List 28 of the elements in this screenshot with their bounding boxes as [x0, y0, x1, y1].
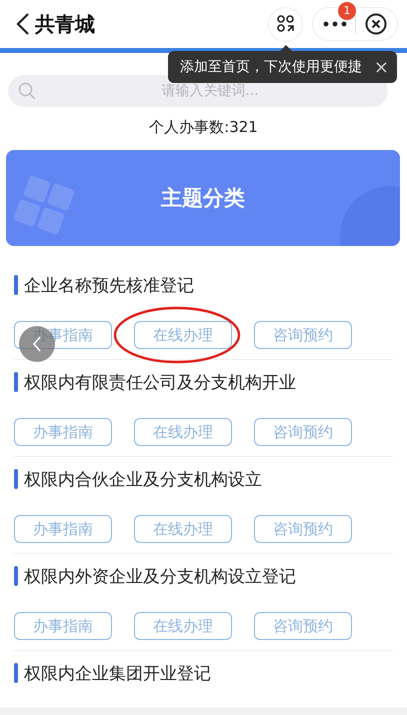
service-button[interactable]: 咨询预约 — [254, 612, 352, 640]
window-title: 共青城 — [35, 10, 95, 38]
service-button[interactable]: 办事指南 — [14, 612, 112, 640]
scan-button[interactable] — [268, 6, 303, 42]
task-count: 个人办事数:321 — [148, 117, 259, 138]
service-button[interactable]: 办事指南 — [14, 515, 112, 543]
notification-badge: 1 — [338, 2, 356, 20]
service-title: 权限内有限责任公司及分支机构开业 — [24, 372, 296, 394]
more-icon[interactable] — [323, 21, 348, 27]
service-button[interactable]: 咨询预约 — [254, 321, 352, 349]
service-button[interactable]: 在线办理 — [134, 612, 232, 640]
banner[interactable]: 主题分类 — [6, 150, 400, 246]
service-button[interactable]: 在线办理 — [134, 515, 232, 543]
service-button[interactable]: 在线办理 — [134, 321, 232, 349]
service-button[interactable]: 咨询预约 — [254, 515, 352, 543]
service-button[interactable]: 咨询预约 — [254, 418, 352, 446]
tooltip-close[interactable]: × — [374, 56, 389, 78]
back-icon[interactable] — [16, 12, 30, 36]
service-title: 权限内合伙企业及分支机构设立 — [24, 468, 262, 490]
close-icon[interactable] — [364, 13, 387, 35]
service-title: 企业名称预先核准登记 — [24, 274, 194, 296]
scan-icon — [276, 15, 294, 33]
service-button[interactable]: 在线办理 — [134, 418, 232, 446]
service-title: 权限内企业集团开业登记 — [24, 662, 211, 684]
banner-title: 主题分类 — [161, 185, 245, 212]
tooltip-text: 添加至首页，下次使用更便捷 — [180, 58, 362, 76]
service-button[interactable]: 办事指南 — [14, 418, 112, 446]
service-title: 权限内外资企业及分支机构设立登记 — [24, 566, 296, 588]
